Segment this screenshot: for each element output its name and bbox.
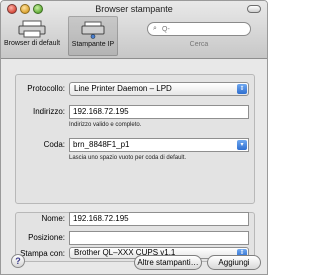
queue-label: Coda: [43,140,65,149]
protocol-value: Line Printer Daemon – LPD [74,84,172,93]
ip-printer-label: Stampante IP [71,41,115,48]
help-button[interactable]: ? [11,254,25,268]
search-input[interactable] [162,24,246,34]
queue-field[interactable]: brn_8848F1_p1 ▾ [69,138,249,152]
default-browser-button[interactable]: Browser di default [1,16,63,56]
add-button[interactable]: Aggiungi [207,255,261,270]
network-printer-icon [81,21,105,39]
name-label: Nome: [41,214,65,223]
add-printer-window: Browser stampante Browser di default Sta… [0,0,268,275]
address-hint: Indirizzo valido e completo. [69,122,142,128]
search-caption: Cerca [189,41,209,48]
default-browser-label: Browser di default [3,40,61,47]
queue-hint: Lascia uno spazio vuoto per coda di defa… [69,155,187,161]
printer-icon [18,20,46,38]
window-title: Browser stampante [95,4,173,14]
protocol-popup[interactable]: Line Printer Daemon – LPD ⇕ [69,82,249,96]
location-field[interactable] [69,231,249,245]
toolbar-toggle-button[interactable] [247,5,261,13]
name-field[interactable]: 192.168.72.195 [69,212,249,226]
queue-value: brn_8848F1_p1 [73,140,130,149]
address-field[interactable]: 192.168.72.195 [69,105,249,119]
popup-arrows-icon: ⇕ [237,84,247,94]
more-printers-button[interactable]: Altre stampanti… [134,255,202,270]
protocol-label: Protocollo: [27,84,65,93]
search-field[interactable]: ⌕ [147,22,251,36]
print-with-label: Stampa con: [20,249,65,258]
window-toolbar: Browser stampante Browser di default Sta… [1,1,267,59]
address-label: Indirizzo: [32,107,65,116]
ip-printer-button[interactable]: Stampante IP [68,16,118,56]
queue-dropdown-icon[interactable]: ▾ [237,140,247,150]
location-label: Posizione: [28,233,65,242]
